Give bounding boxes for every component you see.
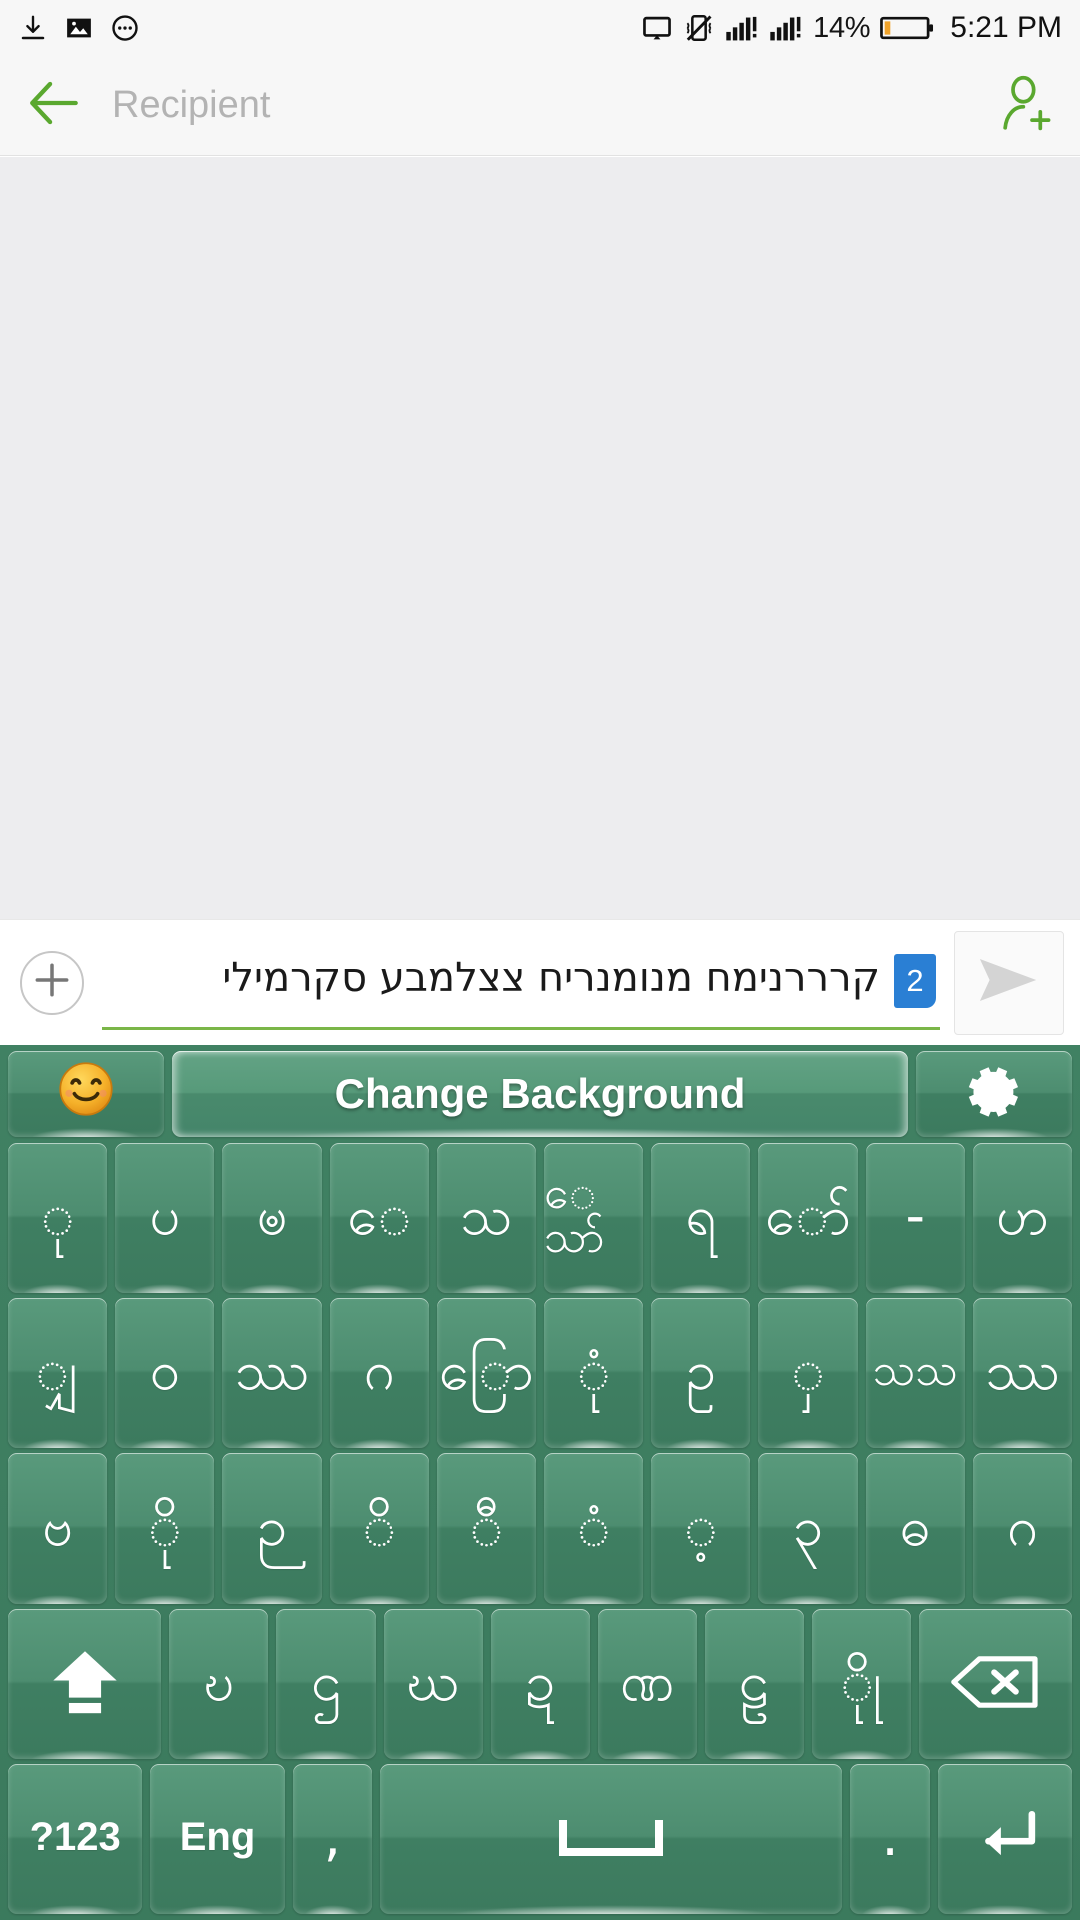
plus-icon bbox=[31, 959, 73, 1006]
key-comma[interactable]: , bbox=[292, 1763, 372, 1915]
keyboard-toolbar: Change Background bbox=[4, 1051, 1076, 1137]
emoji-smiley-icon bbox=[57, 1060, 115, 1128]
key-ha[interactable]: ဟ bbox=[972, 1143, 1073, 1294]
key-na[interactable]: ဂ bbox=[972, 1453, 1073, 1604]
key-kinzi[interactable]: ဉ bbox=[222, 1453, 322, 1604]
send-icon bbox=[976, 952, 1042, 1013]
compose-bar: קרררנימח מנומנריח צצלמבע סקרמילי 2 bbox=[0, 919, 1080, 1045]
emoji-button[interactable] bbox=[8, 1051, 164, 1137]
gear-icon bbox=[963, 1061, 1025, 1127]
cast-screen-icon bbox=[641, 12, 673, 44]
keyboard-row-2: ျှ ဝ ဿ ဂ ြော ုံ ဥ ှ သသ ဿ bbox=[4, 1298, 1076, 1449]
app-bar: Recipient bbox=[0, 56, 1080, 156]
status-bar: 14% 5:21 PM bbox=[0, 0, 1080, 56]
download-icon bbox=[18, 13, 48, 43]
key-symbols[interactable]: ?123 bbox=[8, 1763, 143, 1915]
key-e[interactable]: ေ bbox=[329, 1143, 429, 1294]
keyboard-row-3: ဗ ို ဉ ိ ီ ံ ့ ၃ ဓ ဂ bbox=[4, 1453, 1076, 1604]
key-thatha[interactable]: သသ bbox=[865, 1298, 965, 1449]
key-hyphen[interactable]: - bbox=[865, 1143, 965, 1294]
key-wa2[interactable]: ဃ bbox=[383, 1608, 483, 1759]
key-backspace[interactable] bbox=[918, 1608, 1073, 1759]
battery-percent-label: 14% bbox=[813, 11, 871, 44]
key-ngaw[interactable]: ော် bbox=[758, 1143, 858, 1294]
key-pa[interactable]: ပ bbox=[115, 1143, 215, 1294]
change-background-button[interactable]: Change Background bbox=[172, 1051, 908, 1137]
key-u2[interactable]: ဥ bbox=[651, 1298, 751, 1449]
back-arrow-icon bbox=[24, 74, 86, 137]
key-shift[interactable] bbox=[8, 1608, 162, 1759]
key-htaung[interactable]: ိုု bbox=[811, 1608, 911, 1759]
key-hpya[interactable]: ျှ bbox=[8, 1298, 108, 1449]
key-plus-below[interactable]: ိ bbox=[329, 1453, 429, 1604]
keyboard-row-5: ?123 Eng , . bbox=[4, 1763, 1076, 1915]
key-language[interactable]: Eng bbox=[150, 1763, 285, 1915]
status-bar-left-icons bbox=[18, 13, 140, 43]
keyboard-row-1: ု ပ ၑ ေ သ ေသာ် ရ ော် - ဟ bbox=[4, 1143, 1076, 1294]
key-da[interactable]: ဌ bbox=[276, 1608, 376, 1759]
add-contact-icon bbox=[994, 72, 1056, 139]
message-input-wrapper[interactable]: קרררנימח מנומנריח צצלמבע סקרמילי 2 bbox=[102, 936, 940, 1030]
key-sa[interactable]: ဏ bbox=[597, 1608, 697, 1759]
message-input[interactable]: קרררנימח מנומנריח צצלמבע סקרמילי bbox=[102, 955, 880, 1007]
key-ra[interactable]: ရ bbox=[651, 1143, 751, 1294]
clock-label: 5:21 PM bbox=[950, 11, 1062, 44]
message-thread-area bbox=[0, 157, 1080, 919]
key-nga[interactable]: ဍ bbox=[490, 1608, 590, 1759]
key-period[interactable]: . bbox=[850, 1763, 930, 1915]
vibrate-off-icon bbox=[683, 12, 715, 44]
key-ka[interactable]: ဿ bbox=[972, 1298, 1073, 1449]
key-visarga[interactable]: ့ bbox=[651, 1453, 751, 1604]
key-enter[interactable] bbox=[937, 1763, 1072, 1915]
key-wa[interactable]: ဝ bbox=[115, 1298, 215, 1449]
signal-sim1-icon bbox=[725, 13, 759, 43]
key-tha-boxed[interactable]: သ bbox=[436, 1143, 537, 1294]
enter-icon bbox=[969, 1806, 1041, 1872]
more-options-icon bbox=[110, 13, 140, 43]
key-u[interactable]: ု bbox=[8, 1143, 108, 1294]
key-kyaw[interactable]: ြော bbox=[436, 1298, 537, 1449]
char-count-badge: 2 bbox=[894, 954, 936, 1008]
key-ba[interactable]: ဗ bbox=[8, 1453, 108, 1604]
space-bar-icon bbox=[559, 1816, 664, 1862]
keyboard-row-4: ဎ ဌ ဃ ဍ ဏ ဠ ိုု bbox=[4, 1608, 1076, 1759]
change-background-label: Change Background bbox=[334, 1070, 746, 1117]
key-la[interactable]: ဠ bbox=[704, 1608, 804, 1759]
key-ngu[interactable]: ၑ bbox=[222, 1143, 322, 1294]
status-bar-right-icons: 14% 5:21 PM bbox=[641, 11, 1062, 45]
key-hma[interactable]: ဿ bbox=[222, 1298, 322, 1449]
backspace-icon bbox=[949, 1651, 1041, 1717]
battery-low-icon bbox=[880, 13, 934, 43]
key-tha2[interactable]: ဓ bbox=[865, 1453, 965, 1604]
key-ong[interactable]: ုံ bbox=[544, 1298, 644, 1449]
key-ta[interactable]: ဎ bbox=[169, 1608, 269, 1759]
phone-screen: 14% 5:21 PM Recipient קרררנימח מנומנריח … bbox=[0, 0, 1080, 1920]
key-ga[interactable]: ဂ bbox=[329, 1298, 429, 1449]
keyboard-settings-button[interactable] bbox=[916, 1051, 1072, 1137]
back-button[interactable] bbox=[0, 74, 110, 137]
key-three[interactable]: ၃ bbox=[758, 1453, 858, 1604]
key-sha[interactable]: ှ bbox=[758, 1298, 858, 1449]
on-screen-keyboard: Change Background ု ပ ၑ ေ သ ေသာ် ရ ော် - bbox=[0, 1045, 1080, 1920]
key-dot-below[interactable]: ို bbox=[115, 1453, 215, 1604]
key-ethe[interactable]: ေသာ် bbox=[544, 1143, 644, 1294]
key-space[interactable] bbox=[379, 1763, 843, 1915]
key-ring-below[interactable]: ီ bbox=[436, 1453, 537, 1604]
key-anusvara[interactable]: ံ bbox=[544, 1453, 644, 1604]
recipient-input[interactable]: Recipient bbox=[112, 84, 970, 127]
image-icon bbox=[64, 13, 94, 43]
add-contact-button[interactable] bbox=[970, 72, 1080, 139]
send-button[interactable] bbox=[954, 930, 1064, 1035]
signal-sim2-icon bbox=[769, 13, 803, 43]
attachment-button[interactable] bbox=[20, 950, 84, 1015]
shift-up-icon bbox=[46, 1643, 124, 1725]
